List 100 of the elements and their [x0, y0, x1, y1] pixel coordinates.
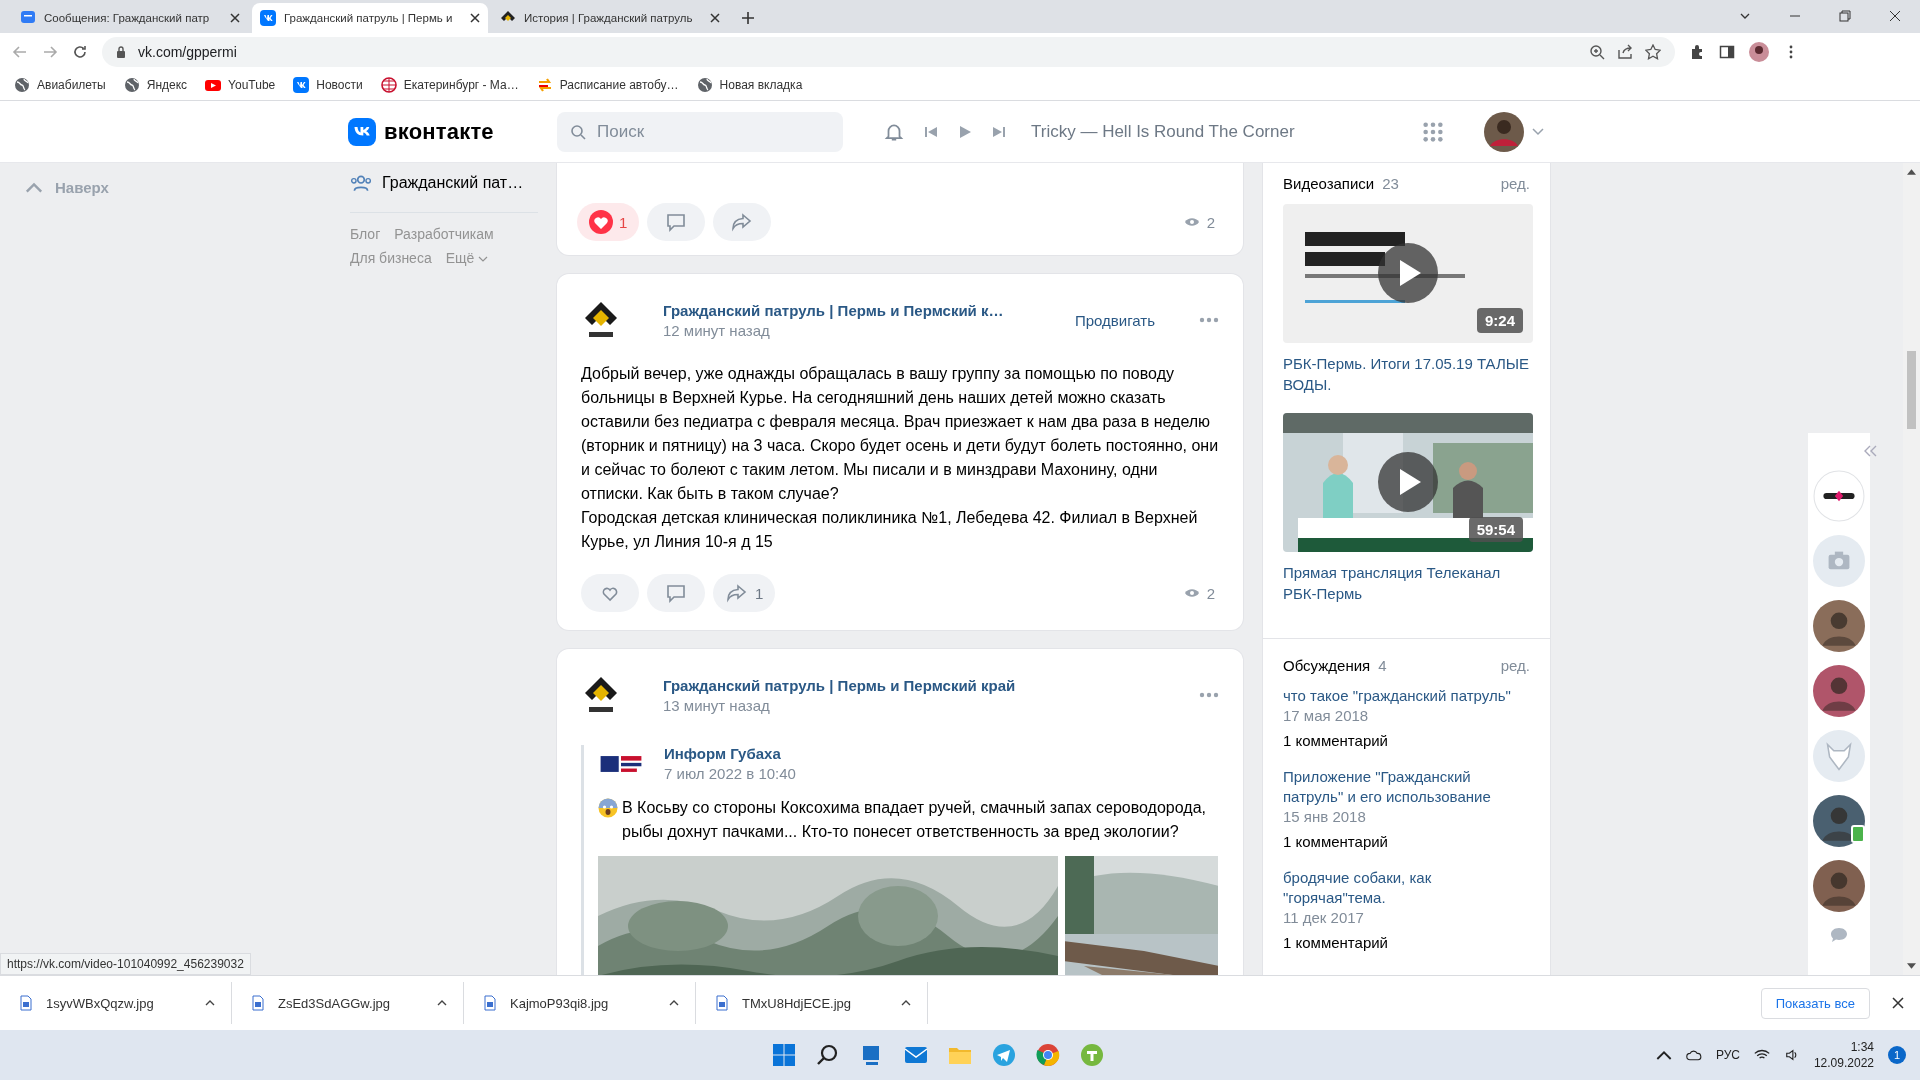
globe-logo-icon — [380, 77, 397, 93]
avatar[interactable] — [1813, 860, 1865, 912]
status-url: https://vk.com/video-101040992_456239032 — [0, 953, 251, 975]
caret-up-icon[interactable] — [437, 1000, 447, 1006]
restore-icon[interactable] — [1839, 10, 1851, 22]
post-text: Добрый вечер, уже однажды обращалась в вашу группу за помощью по поводу больницы в Верхней Курье. На сегодняшний день наших детей можно сказать оставили без педиатра с февраля месяца. Врач приезжает к нам два раза в неделю (вторник и пятницу) на 3 часа. Скоро будет осень и дети будут болеть постоянно, они и сейчас то болеют с таким летом. Мы писали и в минздрави Махонину, одни отписки. Как быть в таком случае? Городская детская клиническая поликлиника №1, Лебедева 42. Филиал в Верхней Курье, ул Линия 10-я д 15 — [581, 364, 1219, 552]
download-item[interactable]: KajmoP93qi8.jpg — [464, 982, 696, 1024]
language-indicator[interactable]: РУС — [1715, 1048, 1740, 1062]
show-all-button[interactable]: Показать все — [1760, 987, 1870, 1019]
caret-up-icon[interactable] — [669, 1000, 679, 1006]
notification-badge[interactable]: 1 — [1888, 1046, 1906, 1064]
caret-up-icon[interactable] — [901, 1000, 911, 1006]
brand-avatar[interactable] — [1813, 470, 1865, 522]
author-link[interactable]: Информ Губаха — [664, 745, 796, 762]
close-icon[interactable] — [1892, 997, 1904, 1009]
avatar[interactable] — [1813, 600, 1865, 652]
video-title-link[interactable]: Прямая трансляция Телеканал РБК-Пермь — [1283, 562, 1530, 604]
avatar[interactable] — [1813, 665, 1865, 717]
chevron-down-icon[interactable] — [1532, 127, 1544, 136]
view-count: 2 — [1183, 213, 1215, 231]
file-icon — [716, 995, 728, 1011]
track-title[interactable]: Tricky — Hell Is Round The Corner — [1031, 121, 1295, 142]
avatar[interactable] — [1813, 795, 1865, 847]
browser-tab[interactable]: Гражданский патруль | Пермь и — [252, 3, 488, 33]
discussion-date: 17 мая 2018 — [1283, 706, 1370, 726]
share-button[interactable] — [713, 203, 772, 241]
profile-avatar[interactable] — [1749, 41, 1769, 62]
file-icon — [20, 995, 32, 1011]
share-icon[interactable] — [1617, 43, 1633, 60]
zoom-icon[interactable] — [1589, 43, 1605, 60]
video-duration: 59:54 — [1468, 517, 1523, 542]
search-field[interactable]: Поиск — [557, 111, 843, 152]
bookmark[interactable]: Новости — [293, 77, 363, 93]
download-item[interactable]: TMxU8HdjECE.jpg — [696, 982, 928, 1024]
people-icon — [350, 174, 372, 192]
star-icon[interactable] — [1645, 43, 1661, 60]
scroll-down-icon[interactable] — [1907, 963, 1916, 969]
sidebar-item[interactable]: Гражданский пат… — [350, 171, 557, 195]
discussion-date: 11 дек 2017 — [1283, 908, 1365, 928]
discussion-link[interactable]: что такое "гражданский патруль" — [1283, 686, 1530, 706]
author-link[interactable]: Гражданский патруль | Пермь и Пермский край — [663, 676, 1016, 694]
comment-button[interactable] — [647, 203, 706, 241]
video-title-link[interactable]: РБК-Пермь. Итоги 17.05.19 ТАЛЫЕ ВОДЫ. — [1283, 353, 1530, 395]
section-title[interactable]: Видеозаписи — [1283, 175, 1375, 192]
paper-plane-icon[interactable] — [991, 1043, 1016, 1067]
search-icon[interactable] — [815, 1043, 840, 1067]
discussion-link[interactable]: бродячие собаки, как "горячая"тема. — [1283, 868, 1530, 908]
post-time[interactable]: 12 минут назад — [663, 321, 1004, 339]
bookmark[interactable]: YouTube — [205, 77, 276, 93]
download-item[interactable]: ZsEd3SdAGGw.jpg — [232, 982, 464, 1024]
comment-button[interactable] — [647, 574, 705, 612]
close-icon[interactable] — [470, 13, 480, 23]
new-tab-icon[interactable] — [742, 12, 754, 24]
bookmark[interactable]: Яндекс — [123, 77, 188, 93]
section-count: 4 — [1378, 657, 1387, 674]
puzzle-icon[interactable] — [1689, 43, 1705, 60]
close-icon[interactable] — [1889, 10, 1901, 22]
browser-icon[interactable] — [1035, 1043, 1060, 1067]
bookmark[interactable]: Новая вкладка — [696, 77, 803, 93]
more-icon[interactable] — [1199, 692, 1219, 698]
vk-logo[interactable]: вконтакте — [348, 117, 557, 146]
scroll-up-icon[interactable] — [1907, 169, 1916, 175]
vk-logo-icon — [260, 10, 276, 26]
user-avatar[interactable] — [1484, 111, 1524, 152]
clock[interactable]: 1:34 12.09.2022 — [1813, 1039, 1874, 1071]
discussion-link[interactable]: Приложение "Гражданский патруль" и его использование — [1283, 767, 1530, 807]
post-time[interactable]: 7 июл 2022 в 10:40 — [664, 765, 796, 782]
promote-button[interactable]: Продвигать — [1074, 311, 1155, 329]
bookmark[interactable]: Расписание автобу… — [536, 77, 679, 93]
author-link[interactable]: Гражданский патруль | Пермь и Пермский к… — [663, 301, 1004, 319]
browser-tab[interactable]: История | Гражданский патруль — [492, 3, 728, 33]
share-button[interactable]: 1 — [713, 574, 776, 612]
chevron-down-icon — [478, 255, 489, 262]
post-time[interactable]: 13 минут назад — [663, 696, 1016, 714]
more-icon[interactable] — [1199, 317, 1219, 323]
file-icon — [484, 995, 496, 1011]
section-count: 23 — [1382, 175, 1399, 192]
apps-grid-icon[interactable] — [1422, 120, 1444, 143]
section-title[interactable]: Обсуждения — [1283, 657, 1371, 674]
close-icon[interactable] — [710, 13, 720, 23]
globe-icon — [123, 77, 140, 93]
windows-icon[interactable] — [771, 1043, 796, 1067]
comment-count: 1 комментарий — [1283, 934, 1389, 951]
scrollbar-thumb[interactable] — [1907, 351, 1916, 429]
vk-logo-icon — [348, 117, 376, 146]
cloud-icon[interactable] — [1685, 1048, 1702, 1062]
play-logo-icon — [205, 77, 222, 93]
reload-icon[interactable] — [72, 43, 88, 60]
play-icon[interactable] — [957, 123, 973, 140]
browser-tab[interactable]: Сообщения: Гражданский патр — [12, 3, 248, 33]
view-count: 2 — [1183, 584, 1215, 602]
chevron-up-icon — [25, 181, 43, 194]
address-bar[interactable]: vk.com/gppermi — [102, 36, 1675, 67]
file-icon — [252, 995, 264, 1011]
side-panel-icon[interactable] — [1719, 43, 1735, 60]
close-icon[interactable] — [230, 13, 240, 23]
bookmark[interactable]: Екатеринбург - Ма… — [380, 77, 519, 93]
bookmark[interactable]: Авиабилеты — [14, 77, 106, 93]
download-item[interactable]: 1syvWBxQqzw.jpg — [0, 982, 232, 1024]
caret-up-icon[interactable] — [205, 1000, 215, 1006]
